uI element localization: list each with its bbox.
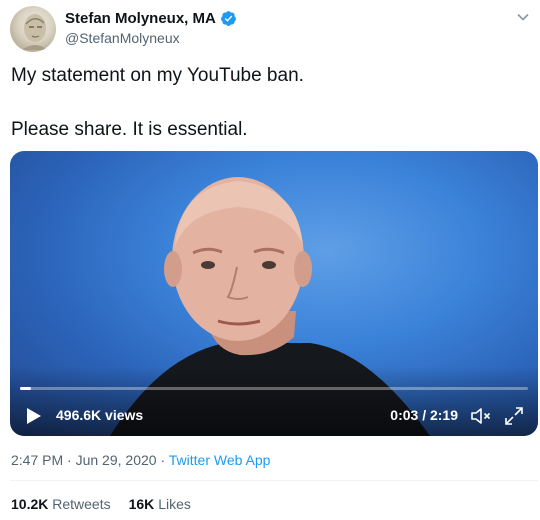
- tweet-stats: 10.2K Retweets 16K Likes: [11, 496, 209, 512]
- verified-badge-icon: [220, 11, 236, 26]
- video-time: 0:03 / 2:19: [390, 407, 458, 423]
- tweet-metadata: 2:47 PM · Jun 29, 2020 · Twitter Web App: [11, 452, 270, 468]
- tweet-header: Stefan Molyneux, MA @StefanMolyneux: [10, 6, 538, 52]
- tweet-card: Stefan Molyneux, MA @StefanMolyneux My s…: [0, 0, 540, 520]
- avatar[interactable]: [10, 6, 56, 52]
- tweet-text-line-2: Please share. It is essential.: [11, 119, 248, 140]
- chevron-down-icon[interactable]: [516, 10, 530, 24]
- play-icon[interactable]: [26, 407, 42, 425]
- meta-separator-1: ·: [67, 452, 76, 468]
- likes-stat[interactable]: 16K Likes: [129, 496, 191, 512]
- divider: [10, 480, 538, 481]
- tweet-text-line-1: My statement on my YouTube ban.: [11, 65, 304, 86]
- likes-label: Likes: [158, 496, 191, 512]
- video-progress-bar[interactable]: [20, 387, 528, 390]
- tweet-source-app[interactable]: Twitter Web App: [169, 452, 271, 468]
- retweets-stat[interactable]: 10.2K Retweets: [11, 496, 111, 512]
- retweets-count: 10.2K: [11, 496, 49, 512]
- author-name-row[interactable]: Stefan Molyneux, MA: [65, 10, 237, 27]
- tweet-date[interactable]: Jun 29, 2020: [76, 452, 157, 468]
- meta-separator-2: ·: [160, 452, 169, 468]
- video-player[interactable]: 496.6K views 0:03 / 2:19: [10, 151, 538, 436]
- video-view-count: 496.6K views: [56, 407, 144, 423]
- fullscreen-icon[interactable]: [504, 406, 524, 426]
- author-handle[interactable]: @StefanMolyneux: [65, 30, 180, 46]
- tweet-time[interactable]: 2:47 PM: [11, 452, 63, 468]
- author-display-name[interactable]: Stefan Molyneux, MA: [65, 10, 216, 27]
- retweets-label: Retweets: [52, 496, 111, 512]
- volume-muted-icon[interactable]: [470, 406, 492, 426]
- video-progress-fill: [20, 387, 32, 390]
- likes-count: 16K: [128, 496, 155, 512]
- video-controls-backdrop: [10, 366, 538, 436]
